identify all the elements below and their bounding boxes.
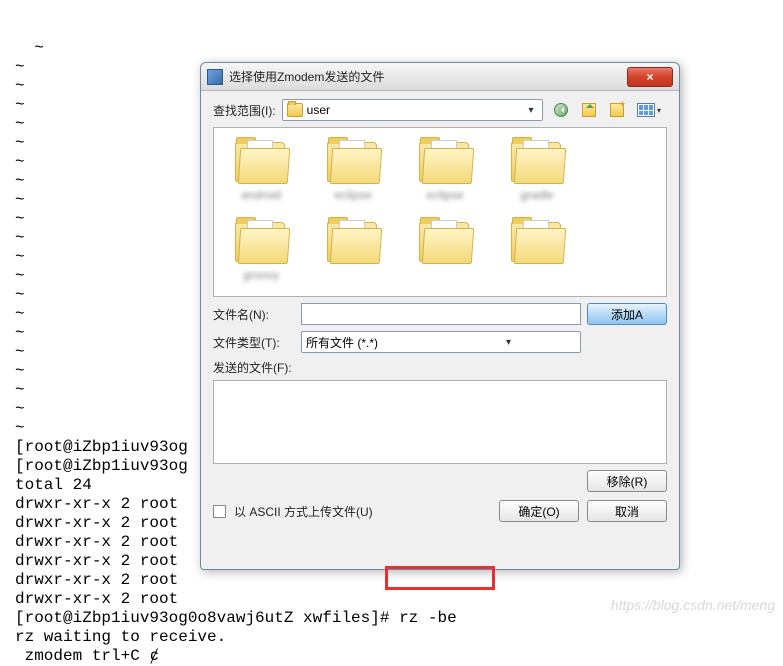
file-label [318, 268, 388, 282]
send-file-list[interactable] [213, 380, 667, 464]
view-grid-icon [637, 103, 655, 117]
new-folder-icon [610, 103, 624, 117]
folder-icon [233, 138, 289, 184]
dialog-body: 查找范围(I): user ▾ ▾ android eclipse eclipse g… [201, 91, 679, 569]
close-button[interactable]: × [627, 67, 673, 87]
remove-button[interactable]: 移除(R) [587, 470, 667, 492]
file-label: android [226, 188, 296, 202]
folder-icon [417, 138, 473, 184]
folder-icon [233, 218, 289, 264]
file-item[interactable] [312, 218, 394, 282]
file-item[interactable]: eclipse [312, 138, 394, 202]
chevron-down-icon: ▾ [655, 106, 663, 115]
file-item[interactable]: android [220, 138, 302, 202]
file-label: gradle [502, 188, 572, 202]
file-item[interactable] [496, 218, 578, 282]
back-arrow-icon [554, 103, 568, 117]
back-button[interactable] [549, 99, 573, 121]
new-folder-button[interactable] [605, 99, 629, 121]
lookin-label: 查找范围(I): [213, 102, 276, 119]
lookin-value: user [307, 103, 520, 117]
filetype-label: 文件类型(T): [213, 334, 295, 351]
vim-tildes: ~ ~ ~ ~ ~ ~ ~ ~ ~ ~ ~ ~ ~ ~ ~ ~ ~ ~ ~ ~ … [15, 39, 44, 437]
folder-icon [509, 218, 565, 264]
lookin-combo[interactable]: user ▾ [282, 99, 543, 121]
ascii-checkbox[interactable] [213, 505, 226, 518]
file-label: eclipse [410, 188, 480, 202]
file-item[interactable] [404, 218, 486, 282]
filetype-combo[interactable]: 所有文件 (*.*) ▾ [301, 331, 581, 353]
file-list-pane[interactable]: android eclipse eclipse gradle groovy [213, 127, 667, 297]
folder-icon [509, 138, 565, 184]
file-label [410, 268, 480, 282]
file-item[interactable]: gradle [496, 138, 578, 202]
view-menu-button[interactable]: ▾ [633, 99, 667, 121]
folder-icon [287, 103, 303, 117]
file-item[interactable]: eclipse [404, 138, 486, 202]
folder-up-icon [582, 103, 596, 117]
folder-icon [325, 138, 381, 184]
watermark-text: https://blog.csdn.net/meng [611, 597, 775, 613]
folder-icon [325, 218, 381, 264]
chevron-down-icon: ▾ [524, 105, 538, 116]
ascii-label: 以 ASCII 方式上传文件(U) [234, 503, 373, 520]
nav-toolbar: ▾ [549, 99, 667, 121]
chevron-down-icon: ▾ [441, 337, 576, 348]
add-button[interactable]: 添加A [587, 303, 667, 325]
ok-button[interactable]: 确定(O) [499, 500, 579, 522]
dialog-title: 选择使用Zmodem发送的文件 [229, 68, 627, 85]
filename-label: 文件名(N): [213, 306, 295, 323]
file-label: eclipse [318, 188, 388, 202]
file-label [502, 268, 572, 282]
filename-input[interactable] [301, 303, 581, 325]
up-button[interactable] [577, 99, 601, 121]
dialog-titlebar[interactable]: 选择使用Zmodem发送的文件 × [201, 63, 679, 91]
file-item[interactable]: groovy [220, 218, 302, 282]
file-label: groovy [226, 268, 296, 282]
file-select-dialog: 选择使用Zmodem发送的文件 × 查找范围(I): user ▾ ▾ andr… [200, 62, 680, 570]
sendlist-label: 发送的文件(F): [213, 359, 667, 376]
folder-icon [417, 218, 473, 264]
app-icon [207, 69, 223, 85]
filetype-value: 所有文件 (*.*) [306, 334, 441, 351]
cancel-button[interactable]: 取消 [587, 500, 667, 522]
